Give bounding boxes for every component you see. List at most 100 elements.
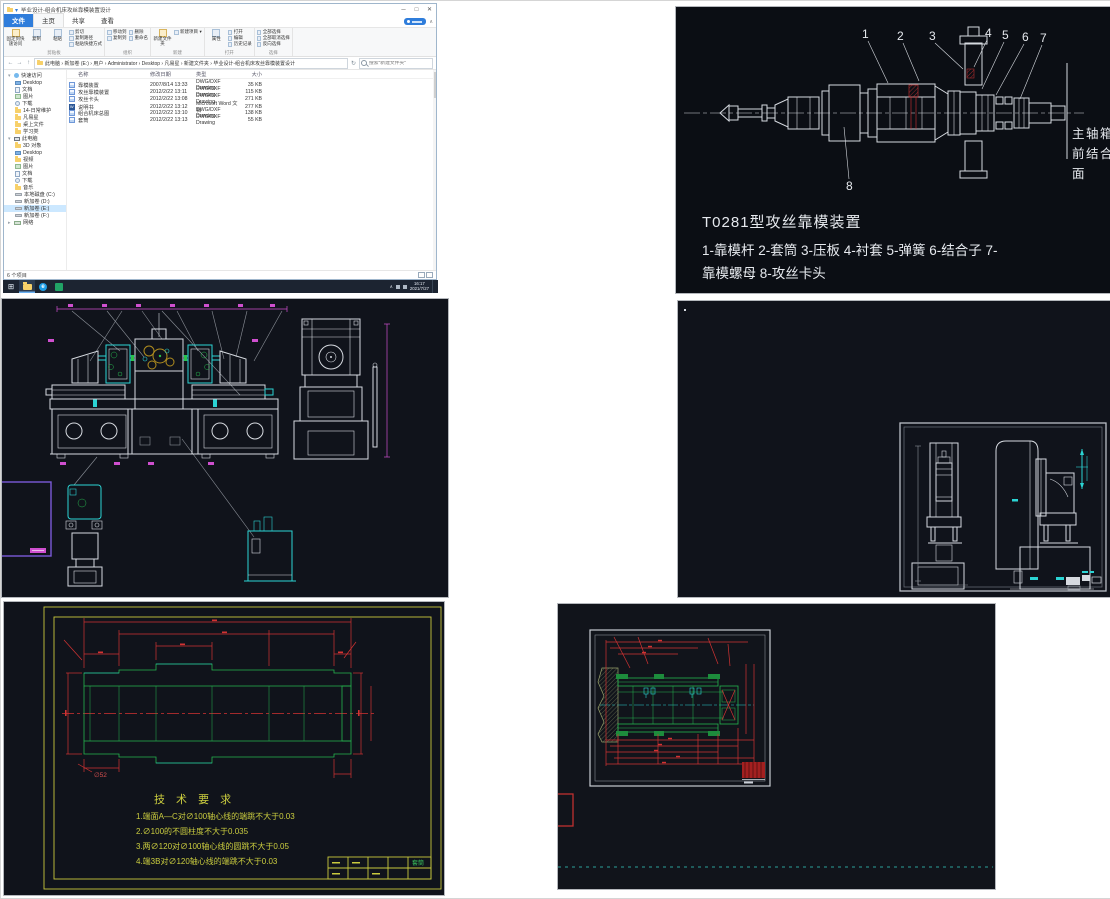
cut-button[interactable]: 剪切: [69, 30, 102, 35]
tab-home[interactable]: 主页: [33, 13, 64, 27]
tray-volume-icon[interactable]: [396, 285, 400, 289]
callout-leaders: [844, 40, 1042, 179]
sidebar-quick-access[interactable]: ▾ 快速访问: [4, 72, 66, 79]
minimize-button[interactable]: ─: [397, 4, 410, 16]
sidebar-item-videos[interactable]: 视频: [4, 156, 66, 163]
column-size[interactable]: 大小: [238, 71, 265, 78]
sidebar-item-downloads[interactable]: 下载: [4, 100, 66, 107]
refresh-button[interactable]: ↻: [350, 60, 357, 67]
collapse-icon[interactable]: ▾: [8, 73, 12, 79]
copy-button[interactable]: 复制: [27, 29, 46, 42]
cyan-reference-marks: [1076, 449, 1088, 489]
delete-button[interactable]: 删除: [129, 30, 149, 35]
sidebar-item-folder2[interactable]: 凡易星: [4, 114, 66, 121]
select-none-button[interactable]: 全部取消选择: [257, 36, 290, 41]
start-button[interactable]: ⊞: [3, 280, 19, 293]
this-pc-icon: [14, 137, 20, 141]
folder-icon: [15, 130, 21, 134]
expand-icon[interactable]: ▸: [8, 220, 12, 226]
ribbon-group-select: 全部选择 全部取消选择 反向选择 选择: [255, 28, 293, 56]
invert-selection-icon: [257, 42, 262, 47]
sidebar-item-3d-objects[interactable]: 3D 对象: [4, 142, 66, 149]
up-button[interactable]: ↑: [25, 60, 32, 66]
sidebar-item-disk-d[interactable]: 新加卷 (D:): [4, 198, 66, 205]
sidebar-item-music[interactable]: 音乐: [4, 184, 66, 191]
maximize-button[interactable]: □: [410, 4, 423, 16]
sidebar-item-folder1[interactable]: 14-日常维护: [4, 107, 66, 114]
select-all-button[interactable]: 全部选择: [257, 30, 290, 35]
sidebar-item-pc-documents[interactable]: 文档: [4, 170, 66, 177]
column-machine-drawing: [678, 301, 1110, 595]
back-button[interactable]: ←: [7, 60, 14, 66]
copy-to-button[interactable]: 复制到: [107, 36, 127, 41]
sidebar-item-folder4[interactable]: 学习类: [4, 128, 66, 135]
pin-to-quick-access-button[interactable]: 固定到快速访问: [6, 29, 25, 46]
sidebar-network[interactable]: ▸ 网络: [4, 219, 66, 226]
sidebar-item-documents[interactable]: 文档: [4, 86, 66, 93]
history-button[interactable]: 历史记录: [228, 42, 252, 47]
show-desktop-button[interactable]: [432, 280, 435, 293]
search-input[interactable]: [368, 61, 431, 66]
sidebar-item-pc-desktop[interactable]: Desktop: [4, 149, 66, 156]
move-to-button[interactable]: 移动到: [107, 30, 127, 35]
sidebar-item-disk-e[interactable]: 新加卷 (E:): [4, 205, 66, 212]
dimension-lines: [915, 446, 968, 585]
tab-view[interactable]: 查看: [93, 14, 122, 27]
taskbar-clock[interactable]: 16:17 2021/7/27: [410, 282, 429, 292]
column-type[interactable]: 类型: [196, 71, 238, 78]
new-folder-button[interactable]: 新建文件夹: [153, 29, 172, 46]
taskbar-edge-icon[interactable]: e: [35, 280, 51, 293]
sidebar-item-disk-f[interactable]: 新加卷 (F:): [4, 212, 66, 219]
view-toggle-icons[interactable]: [418, 272, 433, 278]
dwg-file-icon: [69, 96, 75, 103]
column-name[interactable]: 名称: [78, 71, 150, 78]
copy-path-button[interactable]: 复制路径: [69, 36, 102, 41]
column-date[interactable]: 修改日期: [150, 71, 196, 78]
qat-dropdown-icon[interactable]: ▾: [15, 7, 18, 14]
ribbon-collapse-icon[interactable]: ∧: [429, 19, 436, 27]
breadcrumb[interactable]: 此电脑 › 新加卷 (E:) › 用户 › Administrator › De…: [34, 58, 348, 69]
sheet-border-outer: [900, 423, 1106, 591]
collapse-icon[interactable]: ▾: [8, 136, 12, 142]
tab-share[interactable]: 共享: [64, 14, 93, 27]
new-item-button[interactable]: 新建项目 ▾: [174, 30, 202, 35]
taskbar-green-app-icon[interactable]: [51, 280, 67, 293]
sidebar-item-disk-c[interactable]: 本地磁盘 (C:): [4, 191, 66, 198]
ribbon-group-open: 属性 打开 编辑: [205, 28, 255, 56]
tray-network-icon[interactable]: [403, 285, 407, 289]
tab-file[interactable]: 文件: [4, 14, 33, 27]
close-button[interactable]: ✕: [423, 4, 436, 16]
legend-text: T0281型攻丝靠模装置 1-靠模杆 2-套筒 3-压板 4-衬套 5-弹簧 6…: [702, 214, 998, 281]
list-scrollbar[interactable]: [433, 70, 436, 270]
group-label-organize: 组织: [107, 49, 148, 56]
paste-button[interactable]: 粘贴: [48, 29, 67, 42]
quick-access-toolbar[interactable]: ▾: [4, 7, 21, 14]
svg-text:2: 2: [897, 29, 904, 43]
sidebar-item-desktop[interactable]: Desktop: [4, 79, 66, 86]
properties-button[interactable]: 属性: [207, 29, 226, 42]
forward-button[interactable]: →: [16, 60, 23, 66]
small-assembly-drawing: [558, 604, 993, 887]
tray-expand-icon[interactable]: ∧: [390, 284, 393, 290]
sidebar-item-folder3[interactable]: 桌上文件: [4, 121, 66, 128]
drive-icon: [15, 207, 22, 211]
sidebar-item-pc-downloads[interactable]: 下载: [4, 177, 66, 184]
invert-selection-button[interactable]: 反向选择: [257, 42, 290, 47]
blue-banner-button[interactable]: [404, 18, 426, 25]
open-icon: [228, 30, 233, 35]
sidebar-item-pictures[interactable]: 图片: [4, 93, 66, 100]
file-row[interactable]: 靠模装置2007/8/14 13:33 DWG/DXF Drawing35 KB: [67, 79, 436, 86]
open-button[interactable]: 打开: [228, 30, 252, 35]
sidebar-this-pc[interactable]: ▾ 此电脑: [4, 135, 66, 142]
taskbar-explorer-icon[interactable]: [19, 280, 35, 293]
viewport-rectangle: [2, 482, 51, 556]
search-box[interactable]: [359, 58, 433, 69]
rename-button[interactable]: 重命名: [129, 36, 149, 41]
sheet-border-inner: [595, 635, 765, 781]
edit-button[interactable]: 编辑: [228, 36, 252, 41]
cut-icon: [69, 30, 74, 35]
sidebar-item-pc-pictures[interactable]: 图片: [4, 163, 66, 170]
search-icon: [361, 60, 367, 66]
paste-shortcut-button[interactable]: 粘贴快捷方式: [69, 42, 102, 47]
documents-icon: [15, 171, 20, 177]
